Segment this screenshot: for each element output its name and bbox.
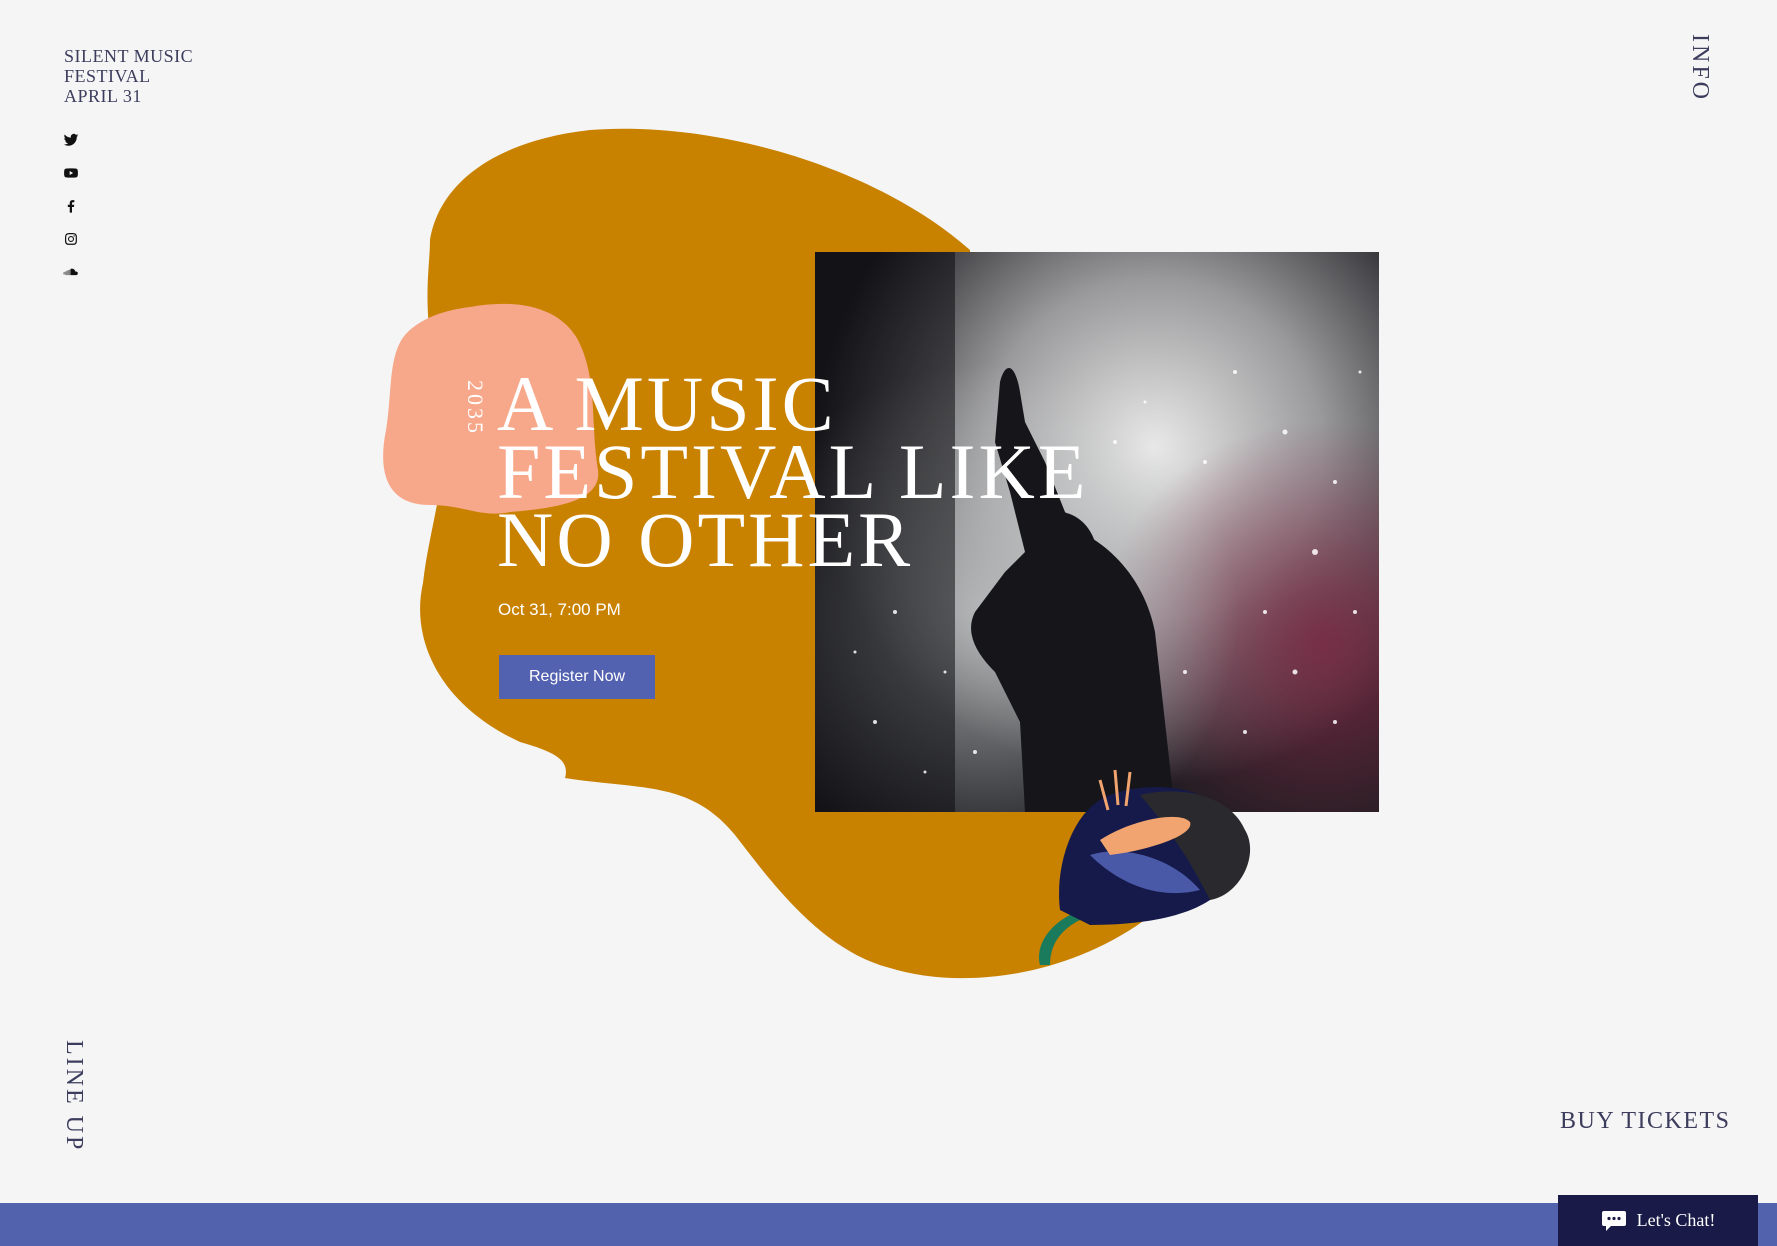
headline-line: NO OTHER <box>497 496 914 583</box>
footer-band <box>0 1203 1777 1246</box>
hero-year: 2035 <box>463 380 488 436</box>
chat-bubble-icon <box>1601 1210 1626 1231</box>
event-date: Oct 31, 7:00 PM <box>498 600 621 619</box>
flower-illustration <box>1039 769 1251 965</box>
hero-headline: A MUSIC FESTIVAL LIKE NO OTHER <box>497 365 1137 583</box>
chat-label: Let's Chat! <box>1636 1210 1716 1230</box>
register-now-button[interactable]: Register Now <box>499 655 655 699</box>
lets-chat-button[interactable]: Let's Chat! <box>1558 1195 1758 1246</box>
